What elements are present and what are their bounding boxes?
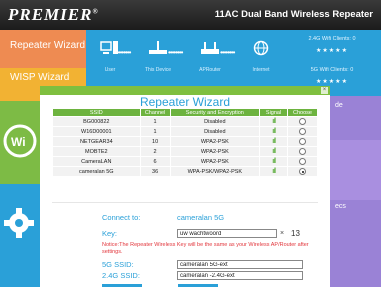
row-channel: 2 [139,146,171,157]
repeater-wizard-label: Repeater Wizard [10,40,86,51]
row-security: WPA2-PSK [169,146,261,157]
product-title: 11AC Dual Band Wireless Repeater [214,9,373,20]
link-dots: •••••••• [168,48,183,57]
link-dots: •••••••• [116,48,131,57]
row-choose [287,156,318,167]
row-choose [287,126,318,137]
row-choose [287,146,318,157]
brand-logo: PREMIER® [8,5,99,24]
choose-radio[interactable] [299,148,307,155]
signal-icon: ııll [259,166,289,177]
clear-key-icon[interactable]: × [280,230,284,237]
table-row[interactable]: W16D00001 1 Disabled ııll [52,126,318,137]
row-choose [287,116,318,127]
table-row[interactable]: BG000822 1 Disabled ııll [52,116,318,127]
ap-router-label: APRouter [199,67,221,73]
row-security: WPA2-PSK [169,156,261,167]
row-security: WPA-PSK/WPA2-PSK [169,166,261,177]
table-row[interactable]: CameraLAN 6 WPA2-PSK ııll [52,156,318,167]
signal-icon: ııll [259,156,289,167]
table-row[interactable]: NETGEAR34 10 WPA2-PSK ııll [52,136,318,147]
row-channel: 6 [139,156,171,167]
connect-to-label: Connect to: [102,213,141,222]
gear-icon [4,208,34,238]
row-security: Disabled [169,126,261,137]
row-choose [287,136,318,147]
choose-radio[interactable] [299,138,307,145]
wifi24-clients: 2.4G Wifi Clients: 0 [308,36,356,42]
row-ssid: CameraLAN [52,156,141,167]
wisp-wizard-label: WISP Wizard [10,72,70,83]
row-ssid: MOBTE2 [52,146,141,157]
table-row[interactable]: cameralan 5G 36 WPA-PSK/WPA2-PSK ııll [52,166,318,177]
purple-tile-text: de [335,102,343,109]
wifi24-clients-stars: ★★★★★ [316,48,348,54]
col-ssid: SSID [52,108,141,117]
table-row[interactable]: MOBTE2 2 WPA2-PSK ııll [52,146,318,157]
internet-label: Internet [252,67,270,73]
row-choose [287,166,318,177]
row-channel: 1 [139,126,171,137]
key-label: Key: [102,229,118,238]
row-channel: 1 [139,116,171,127]
repeater-wizard-dialog: × Repeater Wizard SSID Channel Security … [40,86,330,287]
col-security: Security and Encryption [169,108,261,117]
key-input[interactable] [177,229,277,238]
top-bar: PREMIER® 11AC Dual Band Wireless Repeate… [0,0,381,30]
row-channel: 10 [139,136,171,147]
ssid24-input[interactable] [177,271,303,280]
row-channel: 36 [139,166,171,177]
network-topology: User •••••••• This Device •••••••• APRou… [86,30,283,86]
choose-radio[interactable] [299,158,307,165]
col-signal: Signal [259,108,289,117]
wifi5-clients: 5G Wifi Clients: 0 [310,67,354,73]
signal-icon: ııll [259,116,289,127]
link-dots: •••••••• [220,48,235,57]
internet-globe-icon [243,40,279,61]
row-ssid: BG000822 [52,116,141,127]
ssid5-label: 5G SSID: [102,260,134,269]
row-ssid: cameralan 5G [52,166,141,177]
signal-icon: ııll [259,146,289,157]
connect-to-value: cameralan 5G [177,213,225,222]
signal-icon: ııll [259,136,289,147]
signal-icon: ııll [259,126,289,137]
wifi-network-table: SSID Channel Security and Encryption Sig… [52,108,318,177]
divider [52,202,318,203]
dialog-header-bar: × [40,86,330,95]
purple-tile-text-2: ecs [335,203,346,210]
choose-radio[interactable] [299,118,307,125]
col-choose: Choose [287,108,318,117]
row-ssid: NETGEAR34 [52,136,141,147]
ssid5-input[interactable] [177,260,303,269]
col-channel: Channel [139,108,171,117]
key-length: 13 [291,229,300,238]
row-security: Disabled [169,116,261,127]
row-security: WPA2-PSK [169,136,261,147]
close-icon[interactable]: × [321,87,328,94]
svg-text:Wi: Wi [11,135,26,149]
this-device-label: This Device [144,67,172,73]
choose-radio[interactable] [299,168,307,175]
wifi5-clients-stars: ★★★★★ [316,79,348,85]
row-ssid: W16D00001 [52,126,141,137]
choose-radio[interactable] [299,128,307,135]
repeater-wizard-tile[interactable]: Repeater Wizard [0,30,86,68]
key-notice: Notice:The Repeater Wireless Key will be… [102,242,309,255]
user-label: User [104,67,116,73]
wifi-icon: Wi [3,124,37,158]
dialog-title: Repeater Wizard [139,95,231,109]
ssid24-label: 2.4G SSID: [102,271,140,280]
purple-tile-lower[interactable] [330,140,381,200]
